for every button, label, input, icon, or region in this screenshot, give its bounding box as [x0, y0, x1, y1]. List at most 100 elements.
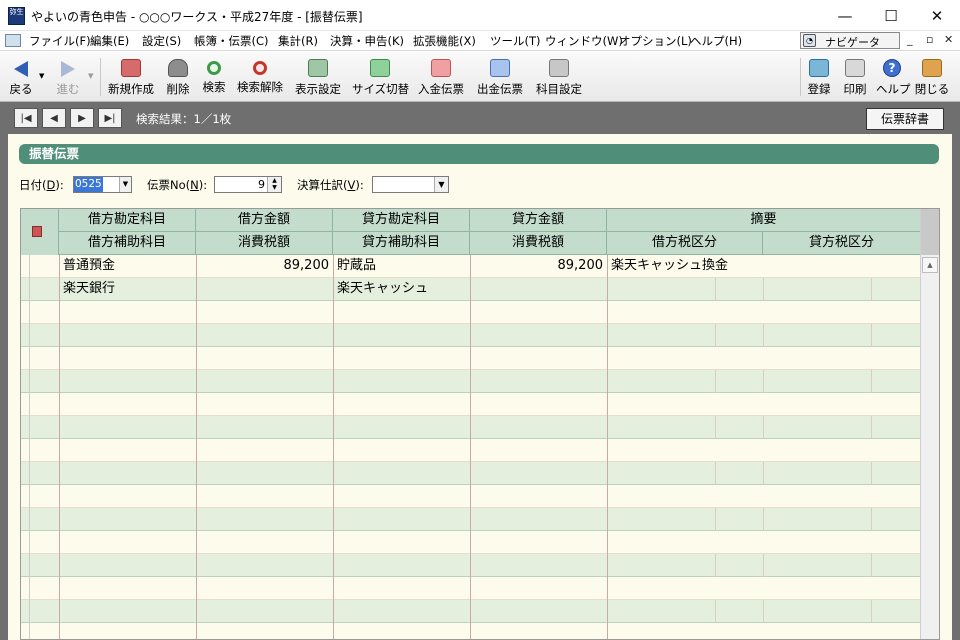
credit-tax-cell[interactable]	[470, 324, 607, 347]
debit-tax-cell[interactable]	[196, 462, 333, 485]
credit-tax-cell[interactable]	[470, 462, 607, 485]
credit-amount-cell[interactable]	[470, 577, 607, 600]
debit-sub-cell[interactable]	[59, 554, 196, 577]
voucher-entry-row[interactable]: 普通預金 89,200 貯蔵品 89,200 楽天キャッシュ換金 楽天銀行 楽天キャッシュ	[21, 255, 921, 301]
menu-help[interactable]: ヘルプ(H)	[690, 33, 742, 49]
entry-lower-line[interactable]	[21, 370, 921, 393]
debit-amount-cell[interactable]	[196, 577, 333, 600]
debit-amount-cell[interactable]: 89,200	[196, 255, 333, 278]
register-button[interactable]: 登録	[804, 55, 834, 99]
debit-sub-cell[interactable]	[59, 508, 196, 531]
debit-tax-class-cell[interactable]	[607, 416, 763, 439]
entry-lower-line[interactable]	[21, 324, 921, 347]
credit-amount-cell[interactable]	[470, 623, 607, 639]
credit-account-cell[interactable]: 貯蔵品	[333, 255, 470, 278]
debit-sub-cell[interactable]	[59, 600, 196, 623]
new-button[interactable]: 新規作成	[105, 55, 157, 99]
credit-tax-cell[interactable]	[470, 508, 607, 531]
summary-cell[interactable]	[607, 439, 921, 462]
vertical-scrollbar[interactable]: ▲	[920, 209, 939, 639]
debit-tax-class-cell[interactable]	[607, 554, 763, 577]
credit-tax-class-cell[interactable]	[763, 278, 921, 301]
entry-upper-line[interactable]	[21, 577, 921, 600]
entry-lower-line[interactable]	[21, 554, 921, 577]
credit-tax-cell[interactable]	[470, 600, 607, 623]
menu-window[interactable]: ウィンドウ(W)	[545, 33, 623, 49]
debit-account-cell[interactable]	[59, 393, 196, 416]
debit-tax-cell[interactable]	[196, 278, 333, 301]
debit-sub-cell[interactable]: 楽天銀行	[59, 278, 196, 301]
date-field[interactable]: 0525 ▼	[73, 176, 132, 193]
close-window-button[interactable]: ✕	[914, 0, 960, 31]
debit-amount-cell[interactable]	[196, 485, 333, 508]
mdi-restore-button[interactable]: ▫	[926, 33, 933, 46]
summary-cell[interactable]	[607, 485, 921, 508]
entry-lower-line[interactable]: 楽天銀行 楽天キャッシュ	[21, 278, 921, 301]
voucher-entry-row[interactable]	[21, 393, 921, 439]
voucher-entry-row[interactable]	[21, 347, 921, 393]
search-button[interactable]: 検索	[199, 55, 229, 99]
entry-upper-line[interactable]: 普通預金 89,200 貯蔵品 89,200 楽天キャッシュ換金	[21, 255, 921, 278]
debit-tax-cell[interactable]	[196, 508, 333, 531]
menu-extensions[interactable]: 拡張機能(X)	[413, 33, 476, 49]
display-settings-button[interactable]: 表示設定	[292, 55, 344, 99]
credit-sub-cell[interactable]	[333, 462, 470, 485]
menu-totals[interactable]: 集計(R)	[278, 33, 318, 49]
first-record-button[interactable]: |◀	[14, 108, 38, 128]
entry-lower-line[interactable]	[21, 600, 921, 623]
menu-options[interactable]: オプション(L)	[619, 33, 692, 49]
entry-lower-line[interactable]	[21, 462, 921, 485]
credit-tax-cell[interactable]	[470, 554, 607, 577]
summary-cell[interactable]	[607, 301, 921, 324]
voucher-no-field[interactable]: 9 ▲ ▼	[214, 176, 282, 193]
document-menu-icon[interactable]	[5, 34, 21, 47]
credit-tax-class-cell[interactable]	[763, 416, 921, 439]
debit-amount-cell[interactable]	[196, 623, 333, 639]
debit-amount-cell[interactable]	[196, 393, 333, 416]
debit-sub-cell[interactable]	[59, 416, 196, 439]
credit-account-cell[interactable]	[333, 623, 470, 639]
debit-sub-cell[interactable]	[59, 462, 196, 485]
next-record-button[interactable]: ▶	[70, 108, 94, 128]
menu-tools[interactable]: ツール(T)	[490, 33, 541, 49]
credit-tax-class-cell[interactable]	[763, 462, 921, 485]
back-dropdown-icon[interactable]: ▼	[39, 72, 44, 80]
debit-tax-class-cell[interactable]	[607, 370, 763, 393]
credit-tax-cell[interactable]	[470, 278, 607, 301]
scroll-up-icon[interactable]: ▲	[922, 257, 938, 273]
debit-tax-cell[interactable]	[196, 370, 333, 393]
credit-tax-class-cell[interactable]	[763, 554, 921, 577]
debit-tax-class-cell[interactable]	[607, 462, 763, 485]
credit-amount-cell[interactable]	[470, 347, 607, 370]
debit-account-cell[interactable]	[59, 485, 196, 508]
receipt-voucher-button[interactable]: 入金伝票	[415, 55, 467, 99]
debit-amount-cell[interactable]	[196, 531, 333, 554]
maximize-button[interactable]: ☐	[868, 0, 914, 31]
summary-cell[interactable]	[607, 393, 921, 416]
entry-upper-line[interactable]	[21, 623, 921, 639]
credit-sub-cell[interactable]: 楽天キャッシュ	[333, 278, 470, 301]
credit-account-cell[interactable]	[333, 577, 470, 600]
menu-file[interactable]: ファイル(F)	[29, 33, 91, 49]
credit-sub-cell[interactable]	[333, 416, 470, 439]
voucher-entry-row[interactable]	[21, 531, 921, 577]
voucher-entry-row[interactable]	[21, 577, 921, 623]
debit-tax-cell[interactable]	[196, 600, 333, 623]
credit-amount-cell[interactable]	[470, 439, 607, 462]
credit-tax-class-cell[interactable]	[763, 508, 921, 531]
entry-upper-line[interactable]	[21, 531, 921, 554]
closing-dropdown-icon[interactable]: ▼	[434, 177, 448, 192]
entry-lower-line[interactable]	[21, 508, 921, 531]
delete-button[interactable]: 削除	[163, 55, 193, 99]
entry-upper-line[interactable]	[21, 439, 921, 462]
credit-account-cell[interactable]	[333, 347, 470, 370]
credit-amount-cell[interactable]	[470, 485, 607, 508]
credit-account-cell[interactable]	[333, 301, 470, 324]
forward-dropdown-icon[interactable]: ▼	[88, 72, 93, 80]
summary-cell[interactable]	[607, 577, 921, 600]
last-record-button[interactable]: ▶|	[98, 108, 122, 128]
debit-amount-cell[interactable]	[196, 347, 333, 370]
summary-cell[interactable]	[607, 531, 921, 554]
summary-cell[interactable]: 楽天キャッシュ換金	[607, 255, 921, 278]
summary-cell[interactable]	[607, 347, 921, 370]
